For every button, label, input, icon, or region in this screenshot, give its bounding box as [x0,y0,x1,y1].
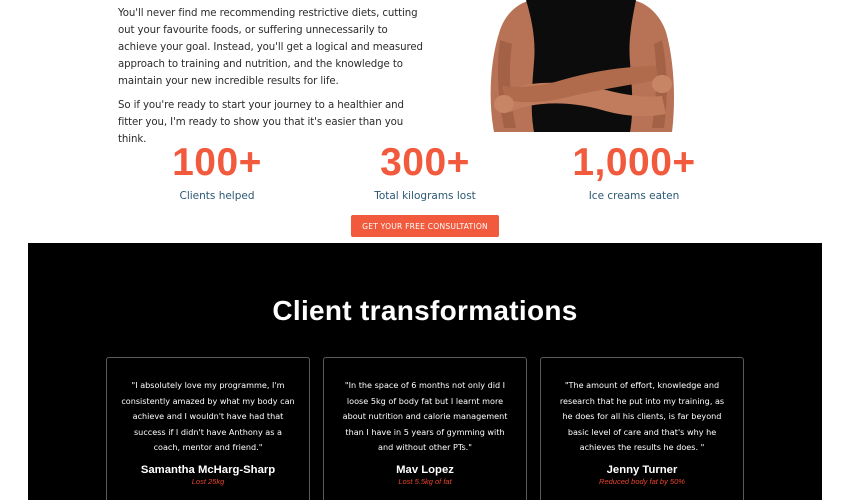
testimonial-quote: "I absolutely love my programme, I'm con… [121,380,295,453]
testimonial-quote: "In the space of 6 months not only did I… [342,380,508,453]
stat-label: Ice creams eaten [588,190,680,202]
trainer-photo [486,0,678,132]
testimonial-quote: "The amount of effort, knowledge and res… [559,380,725,453]
testimonial-card: "I absolutely love my programme, I'm con… [106,357,310,500]
intro-paragraph-1: You'll never find me recommending restri… [118,8,423,87]
stat-label: Clients helped [179,190,255,202]
free-consultation-button[interactable]: Get your free consultation [351,215,499,237]
testimonial-result: Lost 5.5kg of fat [398,476,452,486]
testimonial-name: Jenny Turner [606,463,678,476]
testimonial-card: "In the space of 6 months not only did I… [323,357,527,500]
stat-value: 300+ [380,141,470,184]
testimonial-result: Reduced body fat by 50% [599,476,685,486]
trainer-photo-image [490,0,674,132]
client-transformations-section: Client transformations "I absolutely lov… [28,243,822,500]
stat-clients: 100+ Clients helped [144,140,290,202]
section-title: Client transformations [272,295,578,326]
stat-kilograms: 300+ Total kilograms lost [352,140,498,202]
testimonial-result: Lost 25kg [191,476,225,486]
testimonial-name: Mav Lopez [396,463,454,476]
stat-ice-creams: 1,000+ Ice creams eaten [549,140,719,202]
testimonial-card: "The amount of effort, knowledge and res… [540,357,744,500]
stats-row: 100+ Clients helped 300+ Total kilograms… [0,140,850,210]
intro-text: You'll never find me recommending restri… [118,5,423,155]
stat-value: 100+ [172,141,262,184]
stat-label: Total kilograms lost [374,190,476,202]
stat-value: 1,000+ [572,141,696,184]
testimonial-name: Samantha McHarg-Sharp [140,463,276,476]
